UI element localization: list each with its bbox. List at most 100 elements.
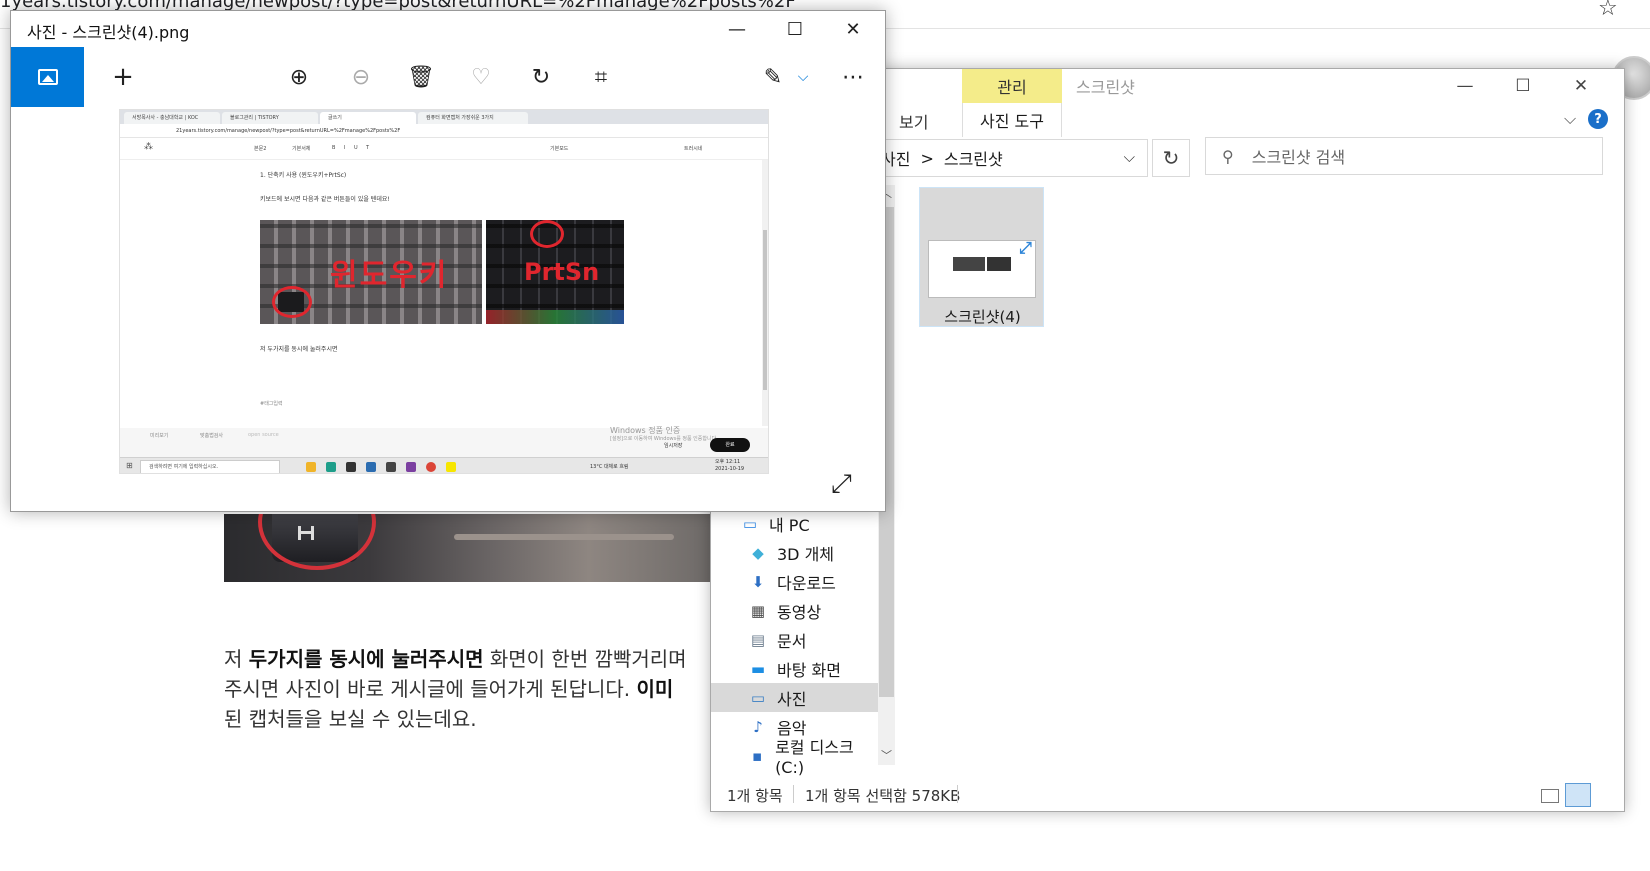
bookmark-star-icon[interactable]: ☆ <box>1598 0 1618 21</box>
shot-keyboard-image-1: 윈도우키 <box>260 220 482 324</box>
nav-item-pictures[interactable]: ▭ 사진 <box>711 683 878 712</box>
thumbnail-keyboard-2 <box>987 257 1011 271</box>
breadcrumb-screenshots[interactable]: 스크린샷 <box>944 146 1003 170</box>
photos-toolbar: + ⊕ ⊖ 🗑 ♡ ↻ ⌗ ✎ ⌵ ⋯ <box>11 47 885 107</box>
desktop-icon: ▬ <box>750 659 766 678</box>
watermark-line: Windows 정품 인증 <box>610 426 681 435</box>
shot-text: 저 두가지를 동시에 눌러주시면 <box>260 346 338 353</box>
disk-icon: ▪ <box>751 746 763 765</box>
shot-tab: 글쓰기 <box>320 112 416 124</box>
shot-footer: open source <box>248 432 279 438</box>
windows-start-icon: ⊞ <box>126 461 133 470</box>
nav-item-videos[interactable]: ▦ 동영상 <box>711 596 878 625</box>
photos-app-badge-icon: ⤢ <box>1019 238 1032 257</box>
add-icon[interactable]: + <box>103 59 143 95</box>
tab-view[interactable]: 보기 <box>899 109 928 133</box>
navigation-pane: ▭ 내 PC ◆ 3D 개체 ⬇ 다운로드 ▦ 동영상 ▤ 문서 ▬ 바탕 화면… <box>711 509 878 809</box>
large-icons-view-icon[interactable] <box>1565 783 1591 807</box>
shot-menu: 트러시네 <box>684 146 703 152</box>
nav-item-local-disk[interactable]: ▪ 로컬 디스크 (C:) <box>711 738 878 777</box>
film-icon: ▦ <box>750 601 766 620</box>
rotate-icon[interactable]: ↻ <box>521 59 561 95</box>
clock-date: 2021-10-19 <box>715 466 745 472</box>
shot-menu: 본문2 <box>254 146 267 152</box>
pc-icon: ▭ <box>742 514 758 533</box>
nav-item-documents[interactable]: ▤ 문서 <box>711 625 878 654</box>
file-name-label: 스크린샷(4) <box>944 308 1021 326</box>
favorite-heart-icon[interactable]: ♡ <box>461 59 501 95</box>
shot-tag-hint: #태그입력 <box>260 401 283 407</box>
cube-icon: ◆ <box>752 543 764 562</box>
see-all-photos-button[interactable] <box>11 47 84 107</box>
crop-icon[interactable]: ⌗ <box>581 59 621 95</box>
file-item-screenshot[interactable]: ⤢ 스크린샷(4) <box>919 187 1044 327</box>
refresh-button[interactable]: ↻ <box>1152 139 1190 177</box>
nav-label: 다운로드 <box>777 573 836 593</box>
mail-icon <box>366 462 376 472</box>
shot-weather: 13°C 대체로 흐림 <box>590 464 629 470</box>
details-view-icon[interactable] <box>1541 789 1559 803</box>
window-title: 스크린샷 <box>1076 78 1135 97</box>
minimize-button[interactable]: — <box>711 11 763 47</box>
status-bar: 1개 항목 1개 항목 선택함 578KB <box>711 781 1624 811</box>
zoom-out-icon[interactable]: ⊖ <box>341 59 381 95</box>
nav-item-this-pc[interactable]: ▭ 내 PC <box>711 509 878 538</box>
fullscreen-expand-icon[interactable]: ⤢ <box>831 469 852 500</box>
shot-text: 키보드에 보시면 다음과 같은 버튼들이 있을 텐데요! <box>260 196 390 203</box>
para-bold-1: 두가지를 동시에 눌러주시면 <box>248 647 484 671</box>
para-text-2: 화면이 한번 깜빡거리며 <box>483 647 687 671</box>
delete-icon[interactable]: 🗑 <box>401 59 441 95</box>
minimize-button[interactable]: — <box>1436 69 1494 103</box>
shot-save-label: 임시저장 <box>664 443 683 449</box>
para-text-1: 저 <box>224 647 249 671</box>
zoom-in-icon[interactable]: ⊕ <box>279 59 319 95</box>
pictures-icon: ▭ <box>750 688 766 707</box>
shot-taskbar: ⊞ 검색하려면 여기에 입력하십시오. 13°C 대체로 흐림 오후 12:11… <box>120 457 768 473</box>
download-icon: ⬇ <box>751 572 765 591</box>
nav-item-desktop[interactable]: ▬ 바탕 화면 <box>711 654 878 683</box>
nav-label: 3D 개체 <box>777 544 835 564</box>
shot-menu: 기본서체 <box>292 146 311 152</box>
help-icon[interactable]: ? <box>1588 109 1608 129</box>
shot-scrollbar <box>762 160 768 426</box>
nav-item-downloads[interactable]: ⬇ 다운로드 <box>711 567 878 596</box>
shot-menu: T <box>366 145 370 151</box>
nav-label: 동영상 <box>777 602 822 622</box>
clock-time: 오후 12:11 <box>715 459 741 465</box>
search-input[interactable]: ⚲ 스크린샷 검색 <box>1205 137 1603 175</box>
tab-picture-tools[interactable]: 사진 도구 <box>962 103 1062 137</box>
chrome-icon <box>426 462 436 472</box>
shot-done-button: 완료 <box>710 438 750 452</box>
maximize-button[interactable]: ☐ <box>1494 69 1552 103</box>
nav-label: 바탕 화면 <box>777 660 841 680</box>
shot-editor-body: 1. 단축키 사용 (윈도우키+PrtSc) 키보드에 보시면 다음과 같은 버… <box>120 160 768 428</box>
shot-tab-strip: 서방목사사 - 충남대학교 | KOC 블로그관리 | TISTORY 글쓰기 … <box>120 110 768 124</box>
tab-manage[interactable]: 관리 <box>962 69 1062 103</box>
nav-item-3d-objects[interactable]: ◆ 3D 개체 <box>711 538 878 567</box>
chevron-down-icon[interactable]: ⌵ <box>783 59 823 95</box>
rgb-backlight <box>486 310 624 324</box>
more-options-icon[interactable]: ⋯ <box>833 59 873 95</box>
breadcrumb-separator: > <box>920 148 934 168</box>
thumbnail-keyboard-1 <box>953 257 985 271</box>
para-text-3: 주시면 사진이 바로 게시글에 들어가게 된답니다. <box>224 677 637 701</box>
shot-tab: 컴퓨터 화면캡처 가장쉬운 3가지 <box>418 112 528 124</box>
search-placeholder: 스크린샷 검색 <box>1251 148 1346 167</box>
red-circle-annotation <box>258 514 376 570</box>
edge-icon <box>326 462 336 472</box>
maximize-button[interactable]: ☐ <box>769 11 821 47</box>
shot-tab: 서방목사사 - 충남대학교 | KOC <box>124 112 220 124</box>
document-icon: ▤ <box>750 630 766 649</box>
window-title: 사진 - 스크린샷(4).png <box>27 23 190 42</box>
app-icon <box>406 462 416 472</box>
red-circle-annotation <box>272 286 312 318</box>
nav-label: 문서 <box>777 631 807 651</box>
chevron-down-icon[interactable]: ⌵ <box>1564 109 1576 129</box>
close-button[interactable]: ✕ <box>827 11 879 47</box>
close-button[interactable]: ✕ <box>1552 69 1610 103</box>
chevron-down-icon[interactable]: ⌵ <box>1124 148 1135 166</box>
kakaotalk-icon <box>446 462 456 472</box>
red-circle-annotation <box>530 220 564 248</box>
status-divider <box>793 785 794 803</box>
scroll-down-icon[interactable]: ﹀ <box>878 747 895 765</box>
